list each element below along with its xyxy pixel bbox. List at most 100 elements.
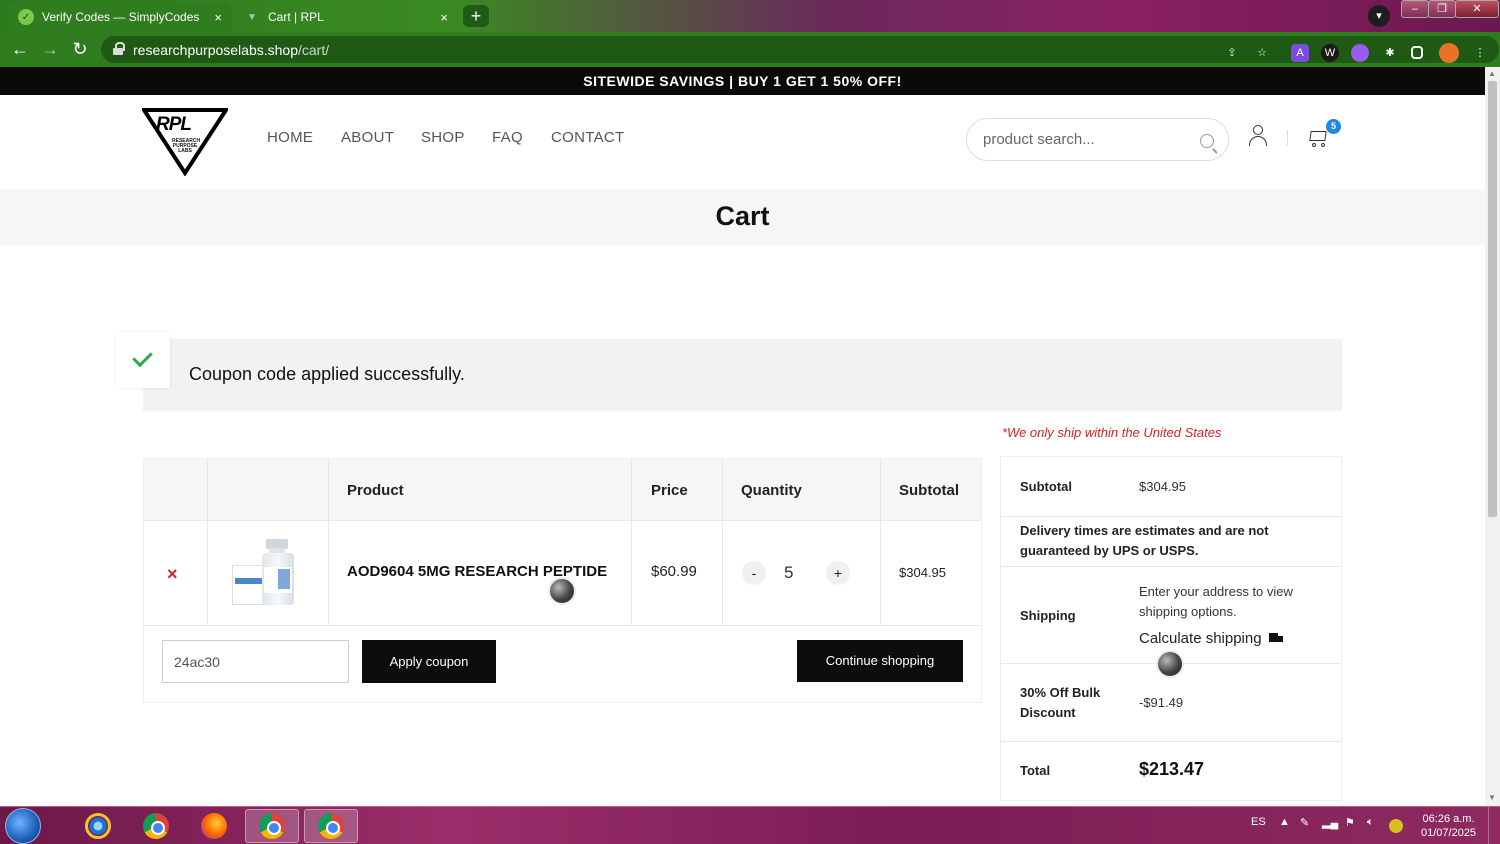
taskbar-chrome[interactable] (129, 809, 183, 843)
show-desktop-button[interactable] (1488, 807, 1500, 844)
discount-value: -$91.49 (1139, 695, 1184, 710)
menu-kebab-icon[interactable]: ⋮ (1471, 44, 1489, 62)
product-subtotal: $304.95 (899, 565, 946, 580)
page-viewport: SITEWIDE SAVINGS | BUY 1 GET 1 50% OFF! … (0, 67, 1485, 806)
cart-icon[interactable] (1307, 127, 1329, 147)
search-input[interactable] (983, 131, 1183, 148)
apply-coupon-button[interactable]: Apply coupon (362, 640, 496, 683)
tab-close-icon[interactable]: × (440, 10, 448, 25)
totals-divider (1001, 741, 1341, 742)
coupon-code-input[interactable] (162, 640, 349, 683)
back-arrow-icon[interactable]: ← (9, 39, 31, 59)
table-divider (631, 459, 632, 625)
page-title: Cart (715, 201, 770, 231)
totals-divider (1001, 516, 1341, 517)
logo-text: RPL (156, 114, 192, 135)
taskbar-chrome-window-2[interactable] (304, 809, 358, 843)
tab-cart-rpl[interactable]: ▼ Cart | RPL × (234, 2, 458, 32)
window-close-button[interactable]: ✕ (1455, 0, 1499, 18)
product-thumbnail[interactable] (232, 539, 302, 609)
quantity-input[interactable]: 5 (784, 563, 793, 583)
site-header: RPL RESEARCH PURPOSE LABS HOME ABOUT SHO… (0, 95, 1485, 189)
page-scrollbar[interactable]: ▲ ▼ (1485, 67, 1500, 806)
share-icon[interactable]: ⇪ (1223, 44, 1241, 62)
rpl-logo[interactable]: RPL RESEARCH PURPOSE LABS (140, 108, 230, 177)
total-label: Total (1020, 763, 1051, 778)
update-status-icon[interactable] (1389, 819, 1403, 833)
tab-search-chevron-icon[interactable]: ▾ (1368, 5, 1390, 27)
new-tab-button[interactable]: + (463, 5, 489, 27)
flag-icon[interactable]: ⚑ (1345, 816, 1355, 829)
calculate-shipping-link[interactable]: Calculate shipping (1139, 630, 1262, 647)
column-header-product: Product (347, 482, 404, 499)
remove-item-icon[interactable]: × (167, 564, 178, 585)
profile-avatar[interactable] (1439, 43, 1459, 63)
minimize-button[interactable]: – (1401, 0, 1429, 18)
page-title-band: Cart (0, 189, 1485, 245)
extension-a-icon[interactable]: A (1291, 44, 1309, 62)
internet-explorer-icon (85, 813, 111, 839)
extension-w-icon[interactable]: W (1321, 44, 1339, 62)
lock-icon (113, 42, 125, 55)
cart-totals: Subtotal $304.95 Delivery times are esti… (1000, 456, 1342, 801)
firefox-icon (201, 813, 227, 839)
tab-verify-codes[interactable]: ✓ Verify Codes — SimplyCodes × (8, 2, 232, 32)
reload-icon[interactable]: ↻ (69, 39, 91, 59)
browser-toolbar: ← → ↻ researchpurposelabs.shop/cart/ ⇪ ☆… (0, 32, 1500, 67)
search-icon[interactable] (1200, 134, 1214, 148)
language-indicator[interactable]: ES (1251, 816, 1266, 828)
address-bar[interactable]: researchpurposelabs.shop/cart/ ⇪ ☆ A W ✱… (101, 36, 1499, 63)
url-text[interactable]: researchpurposelabs.shop/cart/ (133, 42, 329, 58)
side-panel-icon[interactable] (1411, 46, 1423, 59)
nav-shop[interactable]: SHOP (421, 129, 465, 146)
clock-date: 01/07/2025 (1421, 827, 1477, 839)
start-button[interactable] (5, 808, 41, 844)
cursor-indicator (548, 577, 576, 605)
taskbar-firefox[interactable] (187, 809, 241, 843)
rpl-favicon-icon: ▼ (247, 11, 257, 23)
cart-table-header: Product Price Quantity Subtotal (144, 459, 981, 520)
scrollbar-thumb[interactable] (1488, 81, 1497, 517)
taskbar-ie[interactable] (71, 809, 125, 843)
tray-expand-icon[interactable]: ▲ (1279, 816, 1290, 828)
scroll-down-icon[interactable]: ▼ (1488, 793, 1496, 802)
truck-icon[interactable] (1269, 633, 1283, 645)
restore-button[interactable]: ❐ (1428, 0, 1456, 18)
nav-faq[interactable]: FAQ (492, 129, 523, 146)
simplycodes-favicon-icon: ✓ (18, 9, 34, 25)
bookmark-star-icon[interactable]: ☆ (1253, 44, 1271, 62)
cursor-indicator (1156, 650, 1184, 678)
nav-contact[interactable]: CONTACT (551, 129, 624, 146)
forward-arrow-icon[interactable]: → (39, 39, 61, 59)
account-user-icon[interactable] (1248, 125, 1268, 147)
column-header-subtotal: Subtotal (899, 482, 959, 499)
cart-count-badge: 5 (1326, 119, 1341, 134)
continue-shopping-button[interactable]: Continue shopping (797, 640, 963, 682)
taskbar-chrome-window-1[interactable] (245, 809, 299, 843)
nav-about[interactable]: ABOUT (341, 129, 394, 146)
clock-time: 06:26 a.m. (1422, 813, 1475, 825)
shipping-instructions: Enter your address to view shipping opti… (1139, 584, 1293, 619)
browser-tab-strip: ✓ Verify Codes — SimplyCodes × ▼ Cart | … (0, 0, 1500, 32)
column-header-quantity: Quantity (741, 482, 802, 499)
system-clock[interactable]: 06:26 a.m. 01/07/2025 (1421, 812, 1476, 840)
extensions-puzzle-icon[interactable]: ✱ (1381, 44, 1399, 62)
table-divider (880, 459, 881, 625)
taskbar: ES ▲ ✎ ▂▄ ⚑ 🔈︎ 06:26 a.m. 01/07/2025 (0, 806, 1500, 844)
nav-home[interactable]: HOME (267, 129, 313, 146)
tab-title: Verify Codes — SimplyCodes (42, 10, 200, 24)
notice-message: Coupon code applied successfully. (189, 364, 465, 384)
quantity-decrease-button[interactable]: - (742, 561, 766, 585)
chrome-icon (259, 813, 285, 839)
total-value: $213.47 (1139, 759, 1205, 779)
product-price: $60.99 (651, 563, 697, 580)
logo-subtext: RESEARCH PURPOSE LABS (172, 138, 201, 154)
pen-icon[interactable]: ✎ (1300, 816, 1309, 829)
extension-circle-icon[interactable] (1351, 44, 1369, 62)
network-signal-icon[interactable]: ▂▄ (1322, 816, 1338, 829)
discount-label: 30% Off Bulk Discount (1020, 685, 1101, 720)
scroll-up-icon[interactable]: ▲ (1488, 69, 1496, 78)
quantity-increase-button[interactable]: + (826, 561, 850, 585)
tab-close-icon[interactable]: × (214, 10, 222, 25)
volume-icon[interactable]: 🔈︎ (1367, 816, 1374, 829)
